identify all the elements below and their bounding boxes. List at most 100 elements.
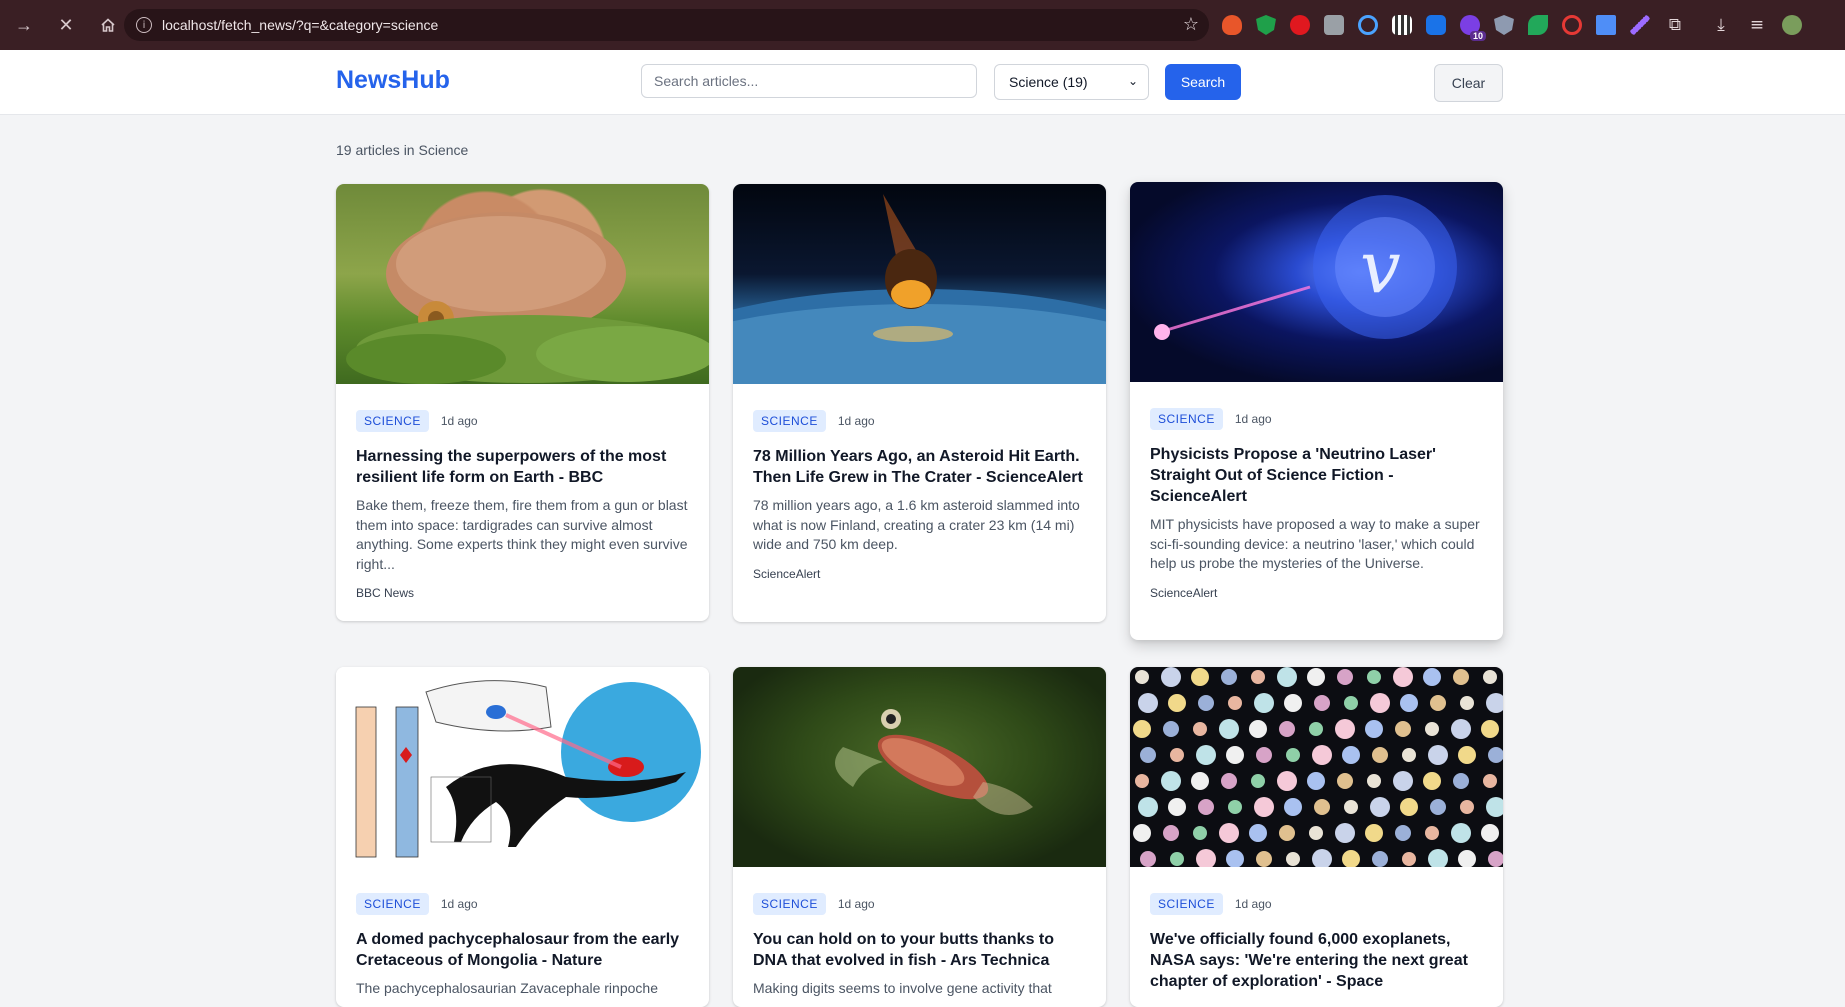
article-title[interactable]: You can hold on to your butts thanks to … — [753, 929, 1086, 971]
article-time: 1d ago — [837, 414, 875, 428]
planet-dot — [1367, 774, 1381, 788]
article-image[interactable] — [1130, 667, 1503, 867]
forward-icon[interactable]: → — [6, 7, 42, 43]
planet-dot — [1191, 772, 1209, 790]
qr-extension-icon[interactable] — [1392, 15, 1412, 35]
planet-dot — [1393, 667, 1413, 687]
article-title[interactable]: 78 Million Years Ago, an Asteroid Hit Ea… — [753, 446, 1086, 488]
category-badge: SCIENCE — [1150, 408, 1223, 430]
article-image[interactable]: v — [1130, 182, 1503, 382]
search-button[interactable]: Search — [1165, 64, 1241, 100]
planet-dot — [1133, 720, 1151, 738]
article-image[interactable] — [733, 184, 1106, 384]
url-text: localhost/fetch_news/?q=&category=scienc… — [162, 17, 439, 33]
planet-dot — [1168, 694, 1186, 712]
article-time: 1d ago — [1234, 897, 1272, 911]
address-bar[interactable]: i localhost/fetch_news/?q=&category=scie… — [124, 9, 1209, 41]
planet-dot — [1335, 823, 1355, 843]
svg-text:v: v — [1360, 225, 1401, 309]
planet-dot — [1337, 773, 1353, 789]
article-image[interactable] — [336, 184, 709, 384]
doc-extension-icon[interactable] — [1596, 15, 1616, 35]
planet-dot — [1342, 850, 1360, 867]
planet-dot — [1430, 695, 1446, 711]
profile-avatar-icon[interactable] — [1782, 15, 1802, 35]
planet-dot — [1451, 823, 1471, 843]
puzzle-extensions-icon[interactable]: ⧉ — [1664, 14, 1686, 36]
article-card[interactable]: SCIENCE 1d ago Harnessing the superpower… — [336, 184, 709, 621]
planet-dot — [1393, 771, 1413, 791]
guard-extension-icon[interactable] — [1494, 15, 1514, 35]
results-summary: 19 articles in Science — [336, 142, 469, 158]
planet-dot — [1488, 851, 1503, 867]
article-image[interactable] — [733, 667, 1106, 867]
pen-extension-icon[interactable] — [1630, 15, 1650, 35]
planet-dot — [1251, 670, 1265, 684]
planet-dot — [1284, 694, 1302, 712]
article-description: MIT physicists have proposed a way to ma… — [1150, 516, 1480, 571]
article-card[interactable]: v SCIENCE 1d ago Physicists Propose a 'N… — [1130, 182, 1503, 640]
planet-dot — [1133, 824, 1151, 842]
article-card[interactable]: SCIENCE 1d ago 78 Million Years Ago, an … — [733, 184, 1106, 622]
planet-dot — [1168, 798, 1186, 816]
planet-dot — [1254, 797, 1274, 817]
planet-dot — [1170, 748, 1184, 762]
site-info-icon[interactable]: i — [136, 17, 152, 33]
planet-dot — [1312, 745, 1332, 765]
article-title[interactable]: We've officially found 6,000 exoplanets,… — [1150, 929, 1483, 992]
block-extension-icon[interactable] — [1562, 15, 1582, 35]
planet-dot — [1161, 771, 1181, 791]
article-image[interactable] — [336, 667, 709, 867]
badge-extension-icon[interactable]: 10 — [1460, 15, 1486, 41]
planet-dot — [1163, 721, 1179, 737]
browser-toolbar: → ✕ i localhost/fetch_news/?q=&category=… — [0, 0, 1845, 50]
shield-extension-icon[interactable] — [1256, 15, 1276, 35]
category-select[interactable]: Science (19) ⌄ — [994, 64, 1149, 100]
planet-dot — [1367, 670, 1381, 684]
reading-list-icon[interactable]: ≡ — [1746, 14, 1768, 36]
planet-dot — [1395, 825, 1411, 841]
planet-dot — [1344, 800, 1358, 814]
article-title[interactable]: A domed pachycephalosaur from the early … — [356, 929, 689, 971]
article-source: ScienceAlert — [1150, 585, 1218, 600]
planet-dot — [1309, 722, 1323, 736]
category-badge: SCIENCE — [356, 410, 429, 432]
planet-dot — [1458, 850, 1476, 867]
planet-dot — [1221, 773, 1237, 789]
planet-dot — [1307, 772, 1325, 790]
planet-dot — [1135, 774, 1149, 788]
article-card[interactable]: SCIENCE 1d ago A domed pachycephalosaur … — [336, 667, 709, 1007]
planet-dot — [1488, 747, 1503, 763]
eye-extension-icon[interactable] — [1528, 15, 1548, 35]
newshub-logo[interactable]: NewsHub — [336, 66, 450, 95]
download-icon[interactable]: ⤓ — [1710, 14, 1732, 36]
chevron-down-icon: ⌄ — [1127, 74, 1138, 88]
planet-dot — [1256, 747, 1272, 763]
fi-extension-icon[interactable] — [1426, 15, 1446, 35]
planet-dot — [1254, 693, 1274, 713]
planet-dot — [1198, 799, 1214, 815]
article-description: The pachycephalosaurian Zavacephale rinp… — [356, 980, 658, 996]
planet-dot — [1365, 720, 1383, 738]
search-input[interactable] — [641, 64, 977, 98]
planet-dot — [1309, 826, 1323, 840]
planet-dot — [1458, 746, 1476, 764]
article-title[interactable]: Harnessing the superpowers of the most r… — [356, 446, 689, 488]
planet-dot — [1193, 826, 1207, 840]
bookmark-star-icon[interactable]: ☆ — [1183, 14, 1199, 35]
article-title[interactable]: Physicists Propose a 'Neutrino Laser' St… — [1150, 444, 1483, 507]
planet-dot — [1286, 852, 1300, 866]
fox-extension-icon[interactable] — [1222, 15, 1242, 35]
clear-button[interactable]: Clear — [1434, 64, 1503, 102]
camera-extension-icon[interactable] — [1324, 15, 1344, 35]
circle-extension-icon[interactable] — [1358, 15, 1378, 35]
planet-dot — [1138, 693, 1158, 713]
drop-extension-icon[interactable] — [1290, 15, 1310, 35]
article-card[interactable]: SCIENCE 1d ago You can hold on to your b… — [733, 667, 1106, 1007]
stop-loading-icon[interactable]: ✕ — [48, 7, 84, 43]
home-icon[interactable] — [90, 7, 126, 43]
planet-dot — [1314, 799, 1330, 815]
article-card[interactable]: SCIENCE 1d ago We've officially found 6,… — [1130, 667, 1503, 1007]
article-time: 1d ago — [440, 414, 478, 428]
planet-dot — [1161, 667, 1181, 687]
